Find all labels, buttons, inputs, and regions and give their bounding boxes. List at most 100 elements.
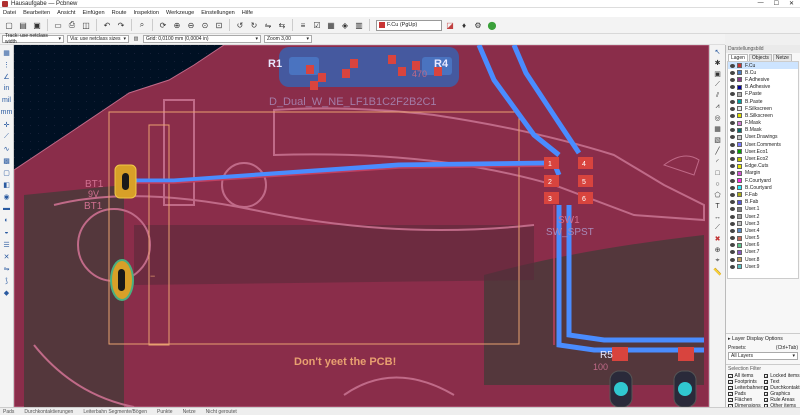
layer-color-swatch[interactable]: [737, 113, 742, 119]
layer-color-swatch[interactable]: [737, 206, 742, 212]
open-icon[interactable]: ▤: [17, 19, 29, 31]
layer-color-swatch[interactable]: [737, 264, 742, 270]
visibility-eye-icon[interactable]: [730, 178, 735, 183]
menu-ansicht[interactable]: Ansicht: [57, 10, 75, 16]
zoom-in-icon[interactable]: ⊕: [171, 19, 183, 31]
grid-select[interactable]: Grid: 0,0100 mm (0,0004 in) ▾: [143, 35, 261, 43]
add-zone-icon[interactable]: ▦: [712, 124, 724, 134]
add-leader-icon[interactable]: ⟋: [712, 223, 724, 233]
layer-row[interactable]: F.Adhesive: [728, 76, 798, 83]
visibility-eye-icon[interactable]: [730, 142, 735, 147]
checkbox-checked-icon[interactable]: ✓: [728, 391, 733, 397]
layer-color-swatch[interactable]: [737, 156, 742, 162]
mirror-icon[interactable]: ⇆: [276, 19, 288, 31]
menu-hilfe[interactable]: Hilfe: [242, 10, 253, 16]
layer-row[interactable]: User.Drawings: [728, 134, 798, 141]
layer-row[interactable]: F.Cu: [728, 62, 798, 70]
zoom-fit-icon[interactable]: ⊙: [199, 19, 211, 31]
menu-route[interactable]: Route: [112, 10, 127, 16]
layer-row[interactable]: User.1: [728, 206, 798, 213]
layer-row[interactable]: B.Adhesive: [728, 84, 798, 91]
net-color-icon[interactable]: ◒: [1, 227, 12, 238]
layer-row[interactable]: User.7: [728, 249, 798, 256]
checkbox-checked-icon[interactable]: ✓: [728, 397, 733, 403]
via-size-select[interactable]: Via: use netclass sizes ▾: [67, 35, 129, 43]
checkbox-checked-icon[interactable]: ✓: [728, 373, 733, 379]
layer-row[interactable]: B.Cu: [728, 69, 798, 76]
r5-pad-2[interactable]: [678, 347, 694, 361]
zone-outline-icon[interactable]: ▢: [1, 167, 12, 178]
select-icon[interactable]: ↖: [712, 47, 724, 57]
visibility-eye-icon[interactable]: [730, 171, 735, 176]
local-ratsnest-icon[interactable]: ✱: [712, 58, 724, 68]
visibility-eye-icon[interactable]: [730, 243, 735, 248]
visibility-eye-icon[interactable]: [730, 113, 735, 118]
layer-color-swatch[interactable]: [737, 163, 742, 169]
layer-row[interactable]: User.4: [728, 227, 798, 234]
layer-color-swatch[interactable]: [737, 192, 742, 198]
add-rule-area-icon[interactable]: ▧: [712, 135, 724, 145]
units-mm-icon[interactable]: mm: [1, 107, 13, 118]
layer-color-swatch[interactable]: [737, 214, 742, 220]
new-icon[interactable]: ▢: [3, 19, 15, 31]
units-inch-icon[interactable]: in: [1, 83, 12, 94]
through-hole-pad[interactable]: [614, 382, 628, 396]
set-origin-icon[interactable]: ⊕: [712, 245, 724, 255]
visibility-eye-icon[interactable]: [730, 200, 735, 205]
layer-row[interactable]: B.Paste: [728, 98, 798, 105]
draw-arc-icon[interactable]: ◜: [712, 157, 724, 167]
visibility-eye-icon[interactable]: [730, 236, 735, 241]
menu-inspektion[interactable]: Inspektion: [134, 10, 160, 16]
route-diff-pair-icon[interactable]: ⫽: [712, 91, 724, 101]
layer-row[interactable]: Edge.Cuts: [728, 163, 798, 170]
menu-einfuegen[interactable]: Einfügen: [82, 10, 104, 16]
visibility-eye-icon[interactable]: [730, 164, 735, 169]
rotate-ccw-icon[interactable]: ↺: [234, 19, 246, 31]
cursor-style-icon[interactable]: ✛: [1, 119, 12, 130]
tab-nets[interactable]: Netze: [772, 54, 792, 61]
tab-layers[interactable]: Lagen: [728, 54, 748, 61]
board-setup-icon[interactable]: ◆: [1, 287, 12, 298]
ratsnest-icon[interactable]: ⟋: [1, 131, 12, 142]
python-icon[interactable]: ♦: [458, 19, 470, 31]
pcb-drawing[interactable]: R1 R4 470 D_Dual_W_NE_LF1B1C2F2B2C1 BT1 …: [14, 45, 709, 407]
layer-color-swatch[interactable]: [737, 120, 742, 126]
checkbox-checked-icon[interactable]: ✓: [763, 379, 769, 385]
layer-color-swatch[interactable]: [737, 178, 742, 184]
delete-icon[interactable]: ✖: [712, 234, 724, 244]
add-footprint-icon[interactable]: ▣: [712, 69, 724, 79]
maximize-button[interactable]: ☐: [774, 0, 779, 7]
via-fill-icon[interactable]: ◉: [1, 191, 12, 202]
microwave-icon[interactable]: ✕: [1, 251, 12, 262]
layer-display-options-toggle[interactable]: ▸ Layer Display Options: [726, 333, 800, 344]
tune-length-icon[interactable]: ⩘: [712, 102, 724, 112]
layer-row[interactable]: User.Eco2: [728, 155, 798, 162]
visibility-eye-icon[interactable]: [730, 149, 735, 154]
layer-row[interactable]: B.Fab: [728, 199, 798, 206]
scripting-icon[interactable]: ⚙: [472, 19, 484, 31]
add-via-icon[interactable]: ◎: [712, 113, 724, 123]
menu-bearbeiten[interactable]: Bearbeiten: [23, 10, 50, 16]
visibility-eye-icon[interactable]: [730, 92, 735, 97]
menu-datei[interactable]: Datei: [3, 10, 16, 16]
visibility-eye-icon[interactable]: [730, 264, 735, 269]
zoom-selection-icon[interactable]: ⊡: [213, 19, 225, 31]
layer-pair-icon[interactable]: ◪: [444, 19, 456, 31]
visibility-eye-icon[interactable]: [730, 221, 735, 226]
find-icon[interactable]: ⌕: [136, 19, 148, 31]
r5-pad-1[interactable]: [612, 347, 628, 361]
layer-color-swatch[interactable]: [737, 134, 742, 140]
layer-color-swatch[interactable]: [737, 77, 742, 83]
polar-coords-icon[interactable]: ∠: [1, 71, 12, 82]
visibility-eye-icon[interactable]: [730, 77, 735, 82]
layer-color-swatch[interactable]: [737, 228, 742, 234]
tab-objects[interactable]: Objects: [748, 54, 772, 61]
highlight-net-icon[interactable]: ⬤: [486, 19, 498, 31]
add-dimension-icon[interactable]: ↔: [712, 212, 724, 222]
auto-width-icon[interactable]: ▥: [132, 35, 140, 43]
visibility-eye-icon[interactable]: [730, 250, 735, 255]
layers-manager-icon[interactable]: ☰: [1, 239, 12, 250]
layer-row[interactable]: User.5: [728, 235, 798, 242]
grid-origin-icon[interactable]: ⌖: [712, 256, 724, 266]
layer-color-swatch[interactable]: [737, 257, 742, 263]
